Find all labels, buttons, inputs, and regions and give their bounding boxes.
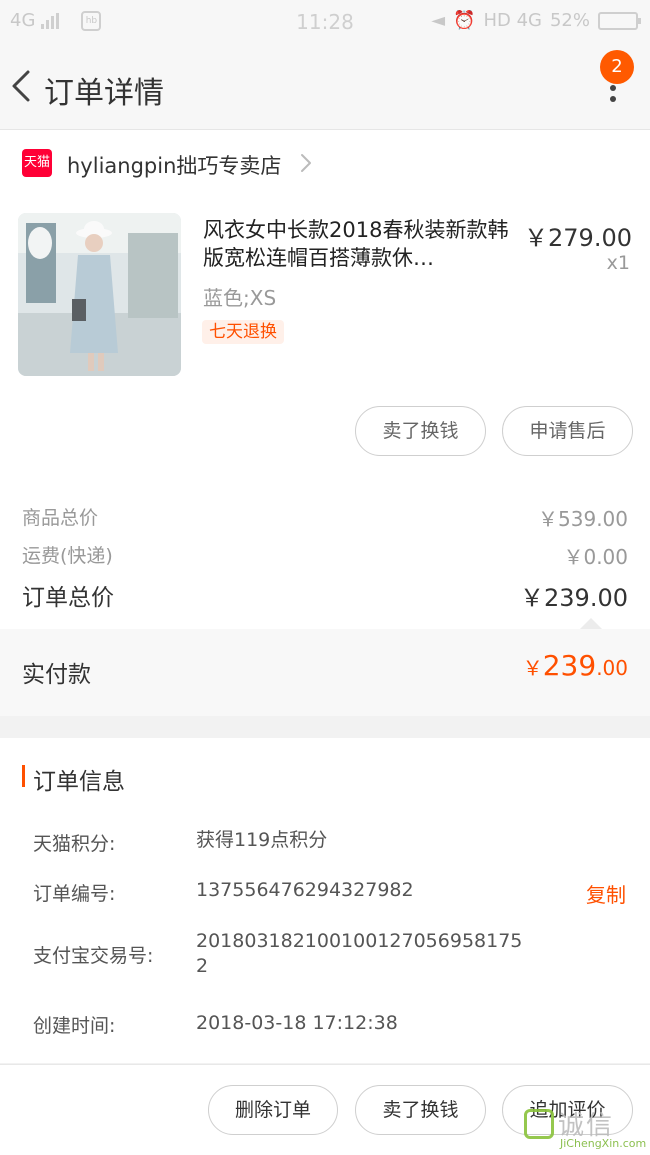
watermark-logo-icon — [524, 1109, 554, 1139]
status-bar: 4G hb 11:28 ◄ ⏰ HD 4G 52% — [0, 0, 650, 44]
alarm-icon: ⏰ — [453, 10, 476, 31]
battery-percent: 52% — [549, 10, 590, 31]
sell-for-cash-bottom-button[interactable]: 卖了换钱 — [355, 1085, 486, 1135]
copy-order-number-button[interactable]: 复制 — [586, 879, 626, 908]
tmall-logo: 天猫 — [22, 149, 52, 177]
site-watermark: 诚信 JiChengXin.com — [524, 1105, 647, 1153]
status-right: ◄ ⏰ HD 4G 52% — [431, 10, 641, 31]
shop-row[interactable]: 天猫 hyliangpin拙巧专卖店 — [0, 130, 650, 196]
paid-amount-strip: 实付款 ￥239.00 — [0, 629, 650, 716]
shipping-value: ￥0.00 — [563, 545, 628, 569]
points-label: 天猫积分: — [33, 833, 116, 855]
goods-total-value: ￥539.00 — [538, 507, 628, 531]
order-info-section: 订单信息 天猫积分: 获得119点积分 订单编号: 13755647629432… — [0, 738, 650, 1063]
paid-integer: 239 — [542, 649, 597, 682]
back-arrow-icon[interactable] — [8, 66, 38, 106]
created-time-value: 2018-03-18 17:12:38 — [196, 1012, 398, 1034]
product-quantity: x1 — [606, 252, 630, 274]
network-hd-label: HD 4G — [483, 10, 542, 31]
product-image[interactable] — [18, 213, 181, 376]
product-spec: 蓝色;XS — [203, 286, 277, 310]
order-info-title: 订单信息 — [33, 769, 125, 795]
shop-name: hyliangpin拙巧专卖店 — [67, 154, 282, 178]
alipay-trade-value-line1: 201803182100100127056958175 — [196, 930, 523, 952]
paid-label: 实付款 — [22, 662, 91, 688]
shipping-row: 运费(快递) ￥0.00 — [22, 541, 628, 571]
goods-total-label: 商品总价 — [22, 507, 99, 529]
order-number-label: 订单编号: — [33, 883, 116, 905]
paid-value: ￥239.00 — [523, 649, 628, 682]
battery-icon — [598, 11, 641, 30]
watermark-subtext: JiChengXin.com — [560, 1137, 647, 1150]
order-number-value: 137556476294327982 — [196, 879, 414, 901]
order-total-row: 订单总价 ￥239.00 — [22, 578, 628, 612]
order-total-label: 订单总价 — [22, 585, 114, 611]
delete-order-button[interactable]: 删除订单 — [208, 1085, 338, 1135]
points-value: 获得119点积分 — [196, 829, 328, 851]
nav-bar: 订单详情 2 — [0, 44, 650, 130]
alipay-trade-value-line2: 2 — [196, 955, 209, 977]
created-time-label: 创建时间: — [33, 1015, 116, 1037]
paid-currency: ￥ — [522, 656, 543, 680]
alipay-trade-label: 支付宝交易号: — [33, 945, 154, 967]
paid-caret — [580, 618, 602, 629]
section-accent-bar — [22, 765, 25, 787]
chevron-right-icon — [301, 154, 311, 172]
page-title: 订单详情 — [44, 76, 164, 111]
bottom-action-bar: 删除订单 卖了换钱 追加评价 诚信 JiChengXin.com — [0, 1064, 650, 1155]
shipping-label: 运费(快递) — [22, 545, 113, 567]
product-title[interactable]: 风衣女中长款2018春秋装新款韩版宽松连帽百搭薄款休… — [203, 216, 519, 272]
message-count-badge: 2 — [600, 50, 634, 84]
product-price: ￥279.00 — [524, 224, 632, 252]
sell-for-cash-button[interactable]: 卖了换钱 — [355, 406, 486, 456]
goods-total-row: 商品总价 ￥539.00 — [22, 503, 628, 533]
order-total-value: ￥239.00 — [520, 584, 628, 612]
order-card: 天猫 hyliangpin拙巧专卖店 风衣女中长款2018春秋装新款韩版宽松连帽… — [0, 130, 650, 716]
mute-icon: ◄ — [431, 10, 446, 31]
paid-decimal: .00 — [596, 656, 628, 680]
after-sale-button[interactable]: 申请售后 — [502, 406, 633, 456]
seven-day-return-tag: 七天退换 — [202, 320, 284, 344]
